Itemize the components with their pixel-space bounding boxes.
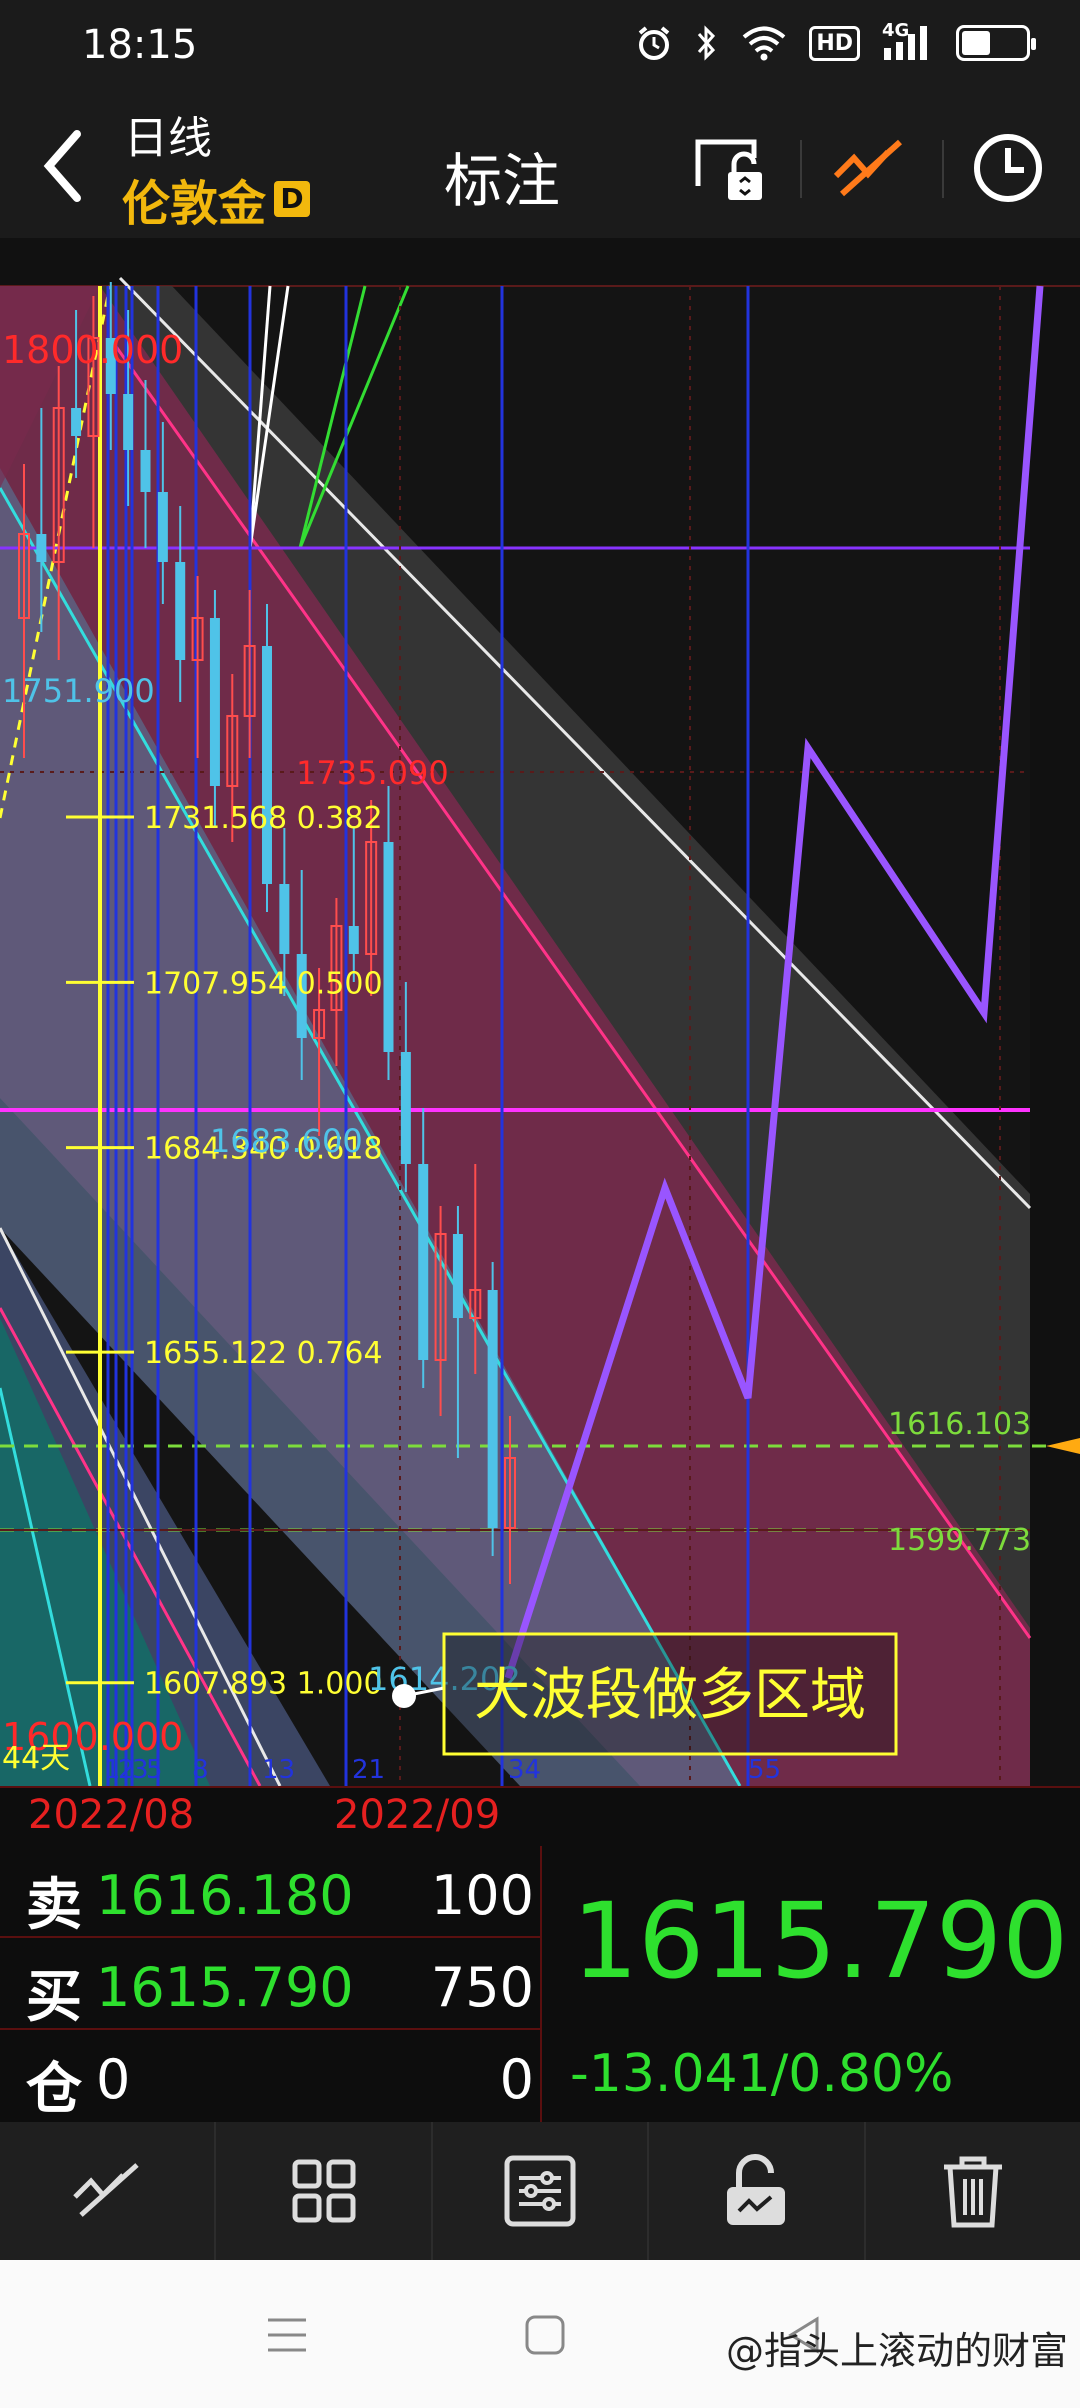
draw-line-icon (73, 2163, 139, 2217)
hd-icon: HD (809, 25, 860, 61)
price-marker-icon (1046, 1438, 1080, 1454)
bottom-toolbar (0, 2122, 1080, 2260)
delete-button[interactable] (866, 2122, 1080, 2260)
candle-body (175, 562, 186, 660)
buy-volume: 750 (430, 1956, 534, 2019)
fib-level-label: 1607.893 1.000 (144, 1667, 383, 1702)
status-bar: 18:15 HD 4G (0, 0, 1080, 96)
position-label: 仓 (26, 2057, 82, 2122)
layout-grid-button[interactable] (216, 2122, 433, 2260)
buy-row[interactable]: 买 1615.790 750 (0, 1938, 540, 2030)
home-button[interactable] (500, 2300, 590, 2370)
signal-4g-icon: 4G (882, 20, 934, 62)
symbol-label: 伦敦金 (122, 176, 267, 232)
home-icon (525, 2315, 565, 2355)
date-axis: 2022/08 2022/09 (0, 1786, 1080, 1846)
time-zone-label: 21 (352, 1755, 385, 1785)
alarm-icon (635, 24, 673, 62)
candle-body (348, 926, 359, 954)
position-value: 0 (96, 2048, 131, 2111)
time-zone-label: 34 (508, 1755, 541, 1785)
right-level-lower: 1599.773 (888, 1523, 1031, 1558)
date-label: 2022/08 (28, 1792, 195, 1838)
draw-line-icon (833, 139, 903, 197)
level-1751-label: 1751.900 (2, 672, 155, 710)
days-label: 44天 (2, 1741, 70, 1776)
unlock-screen-button[interactable] (680, 120, 776, 216)
time-zone-label: 55 (748, 1755, 781, 1785)
buy-price: 1615.790 (96, 1956, 354, 2019)
candle-body (36, 534, 47, 562)
position-volume: 0 (499, 2048, 534, 2111)
header: 日线 伦敦金 D 标注 (0, 96, 1080, 238)
quote-divider (540, 1846, 542, 2122)
annotation-anchor[interactable] (392, 1684, 416, 1708)
level-1683-label: 1683.600 (210, 1122, 363, 1160)
back-icon (43, 130, 81, 202)
candle-body (418, 1164, 429, 1360)
sell-row[interactable]: 卖 1616.180 100 (0, 1846, 540, 1938)
clock-icon (974, 134, 1042, 202)
sell-label: 卖 (26, 1873, 82, 1938)
chart-period[interactable]: 日线 (124, 102, 212, 166)
buy-label: 买 (26, 1965, 82, 2030)
header-separator (942, 140, 944, 198)
candle-body (452, 1234, 463, 1318)
position-row[interactable]: 仓 0 0 (0, 2030, 540, 2122)
unlock-icon (727, 2154, 786, 2225)
candle-body (383, 842, 394, 1052)
right-level-upper: 1616.103 (888, 1407, 1031, 1442)
upper-value-label: 1800.000 (2, 328, 183, 372)
unlock-button[interactable] (649, 2122, 866, 2260)
candle-body (140, 450, 151, 492)
menu-icon (268, 2318, 306, 2352)
unlock-screen-icon (695, 139, 762, 200)
sell-volume: 100 (430, 1864, 534, 1927)
system-nav-bar: @指头上滚动的财富 (0, 2260, 1080, 2408)
bluetooth-icon (695, 24, 719, 62)
price-change: -13.041/0.80% (570, 2044, 954, 2104)
battery-icon (956, 25, 1036, 61)
symbol-name[interactable]: 伦敦金 D (122, 164, 311, 234)
fib-level-label: 1707.954 0.500 (144, 966, 383, 1001)
time-zone-label: 5 (146, 1755, 163, 1785)
watermark: @指头上滚动的财富 (725, 2329, 1068, 2373)
annotation-text: 大波段做多区域 (474, 1663, 866, 1728)
trash-icon (943, 2156, 1002, 2228)
fib-level-label: 1731.568 0.382 (144, 801, 383, 836)
page-title: 标注 (444, 147, 561, 215)
kline-chart[interactable]: 1731.568 0.382 1707.954 0.500 1684.340 0.6… (0, 238, 1080, 1786)
candle-body (71, 408, 82, 436)
candle-body (157, 492, 168, 562)
last-price: 1615.790 (572, 1880, 1069, 2002)
battery-level (962, 31, 990, 55)
time-zone-label: 8 (192, 1755, 209, 1785)
status-icons: HD 4G (635, 20, 1036, 62)
header-separator (800, 140, 802, 198)
settings-sliders-icon (504, 2155, 576, 2227)
symbol-badge: D (274, 181, 311, 217)
candle-body (262, 646, 272, 884)
chart-settings-button[interactable] (433, 2122, 650, 2260)
date-label: 2022/09 (334, 1792, 501, 1838)
time-zone-label: 13 (262, 1755, 295, 1785)
back-button[interactable] (24, 126, 104, 206)
wifi-icon (741, 24, 787, 62)
candle-body (123, 394, 134, 450)
draw-tool-button[interactable] (0, 2122, 217, 2260)
candle-body (487, 1290, 498, 1528)
candle-body (209, 618, 220, 786)
menu-button[interactable] (242, 2300, 332, 2370)
chart-canvas[interactable]: 1731.568 0.3821707.954 0.5001684.340 0.6… (0, 238, 1080, 1786)
status-time: 18:15 (82, 22, 198, 68)
sell-price: 1616.180 (96, 1864, 354, 1927)
level-1735-label: 1735.090 (296, 754, 449, 792)
grid-icon (292, 2159, 356, 2223)
fib-level-label: 1655.122 0.764 (144, 1336, 383, 1371)
clock-button[interactable] (960, 120, 1056, 216)
draw-line-button[interactable] (820, 120, 916, 216)
candle-body (279, 884, 290, 954)
candle-body (400, 1052, 411, 1164)
